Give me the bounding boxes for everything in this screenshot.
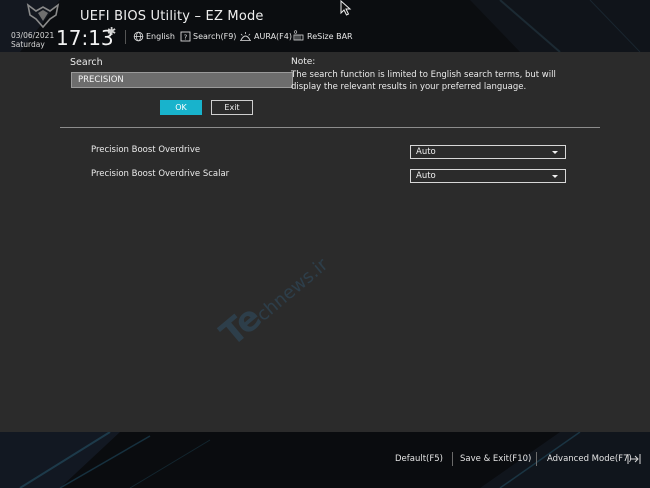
select-value: Auto bbox=[416, 171, 436, 181]
header-separator bbox=[125, 30, 126, 44]
save-exit-button[interactable]: Save & Exit(F10) bbox=[460, 454, 531, 464]
search-label: Search bbox=[70, 57, 103, 68]
resize-bar-icon bbox=[293, 30, 304, 41]
chevron-down-icon bbox=[552, 175, 558, 178]
chevron-down-icon bbox=[552, 151, 558, 154]
resize-bar-button[interactable]: ReSize BAR bbox=[293, 29, 353, 43]
select-value: Auto bbox=[416, 147, 436, 157]
precision-boost-overdrive-select[interactable]: Auto bbox=[410, 145, 566, 159]
search-input[interactable] bbox=[71, 72, 293, 88]
date-display: 03/06/2021 Saturday bbox=[11, 31, 54, 49]
note-title: Note: bbox=[291, 57, 316, 67]
app-title: UEFI BIOS Utility – EZ Mode bbox=[80, 9, 264, 24]
note-text: The search function is limited to Englis… bbox=[291, 70, 556, 92]
day-text: Saturday bbox=[11, 40, 45, 49]
default-button[interactable]: Default(F5) bbox=[395, 454, 443, 464]
search-hotkey-button[interactable]: ? Search(F9) bbox=[180, 29, 236, 43]
search-hotkey-label: Search(F9) bbox=[193, 31, 237, 41]
result-label-precision-boost-overdrive-scalar: Precision Boost Overdrive Scalar bbox=[91, 169, 230, 179]
watermark-text-big: Te bbox=[212, 298, 269, 355]
aura-icon bbox=[240, 31, 251, 41]
aura-label: AURA(F4) bbox=[254, 31, 292, 41]
gear-icon[interactable]: ✱ bbox=[107, 25, 116, 38]
time-display: 17:13 bbox=[56, 26, 114, 50]
svg-text:?: ? bbox=[184, 33, 188, 41]
exit-button[interactable]: Exit bbox=[211, 100, 253, 115]
footer-separator bbox=[536, 452, 537, 466]
language-label: English bbox=[146, 31, 175, 41]
exit-arrow-icon[interactable] bbox=[627, 453, 641, 465]
watermark-text-small: chnews.ir bbox=[252, 254, 333, 326]
ok-button[interactable]: OK bbox=[160, 100, 202, 115]
advanced-mode-button[interactable]: Advanced Mode(F7) bbox=[547, 454, 632, 464]
mouse-cursor-icon bbox=[340, 0, 352, 16]
help-box-icon: ? bbox=[180, 31, 191, 41]
result-label-precision-boost-overdrive: Precision Boost Overdrive bbox=[91, 145, 201, 155]
globe-icon bbox=[133, 31, 144, 41]
aura-button[interactable]: AURA(F4) bbox=[239, 29, 292, 43]
footer-separator bbox=[452, 452, 453, 466]
resize-bar-label: ReSize BAR bbox=[307, 31, 353, 41]
precision-boost-overdrive-scalar-select[interactable]: Auto bbox=[410, 169, 566, 183]
date-text: 03/06/2021 bbox=[11, 31, 55, 40]
watermark: Technews.ir bbox=[213, 195, 418, 385]
divider bbox=[60, 127, 600, 128]
language-button[interactable]: English bbox=[133, 29, 175, 43]
header-bar: UEFI BIOS Utility – EZ Mode 03/06/2021 S… bbox=[0, 0, 650, 52]
footer-bar: Default(F5) Save & Exit(F10) Advanced Mo… bbox=[0, 432, 650, 488]
tuf-logo-icon bbox=[26, 3, 60, 29]
